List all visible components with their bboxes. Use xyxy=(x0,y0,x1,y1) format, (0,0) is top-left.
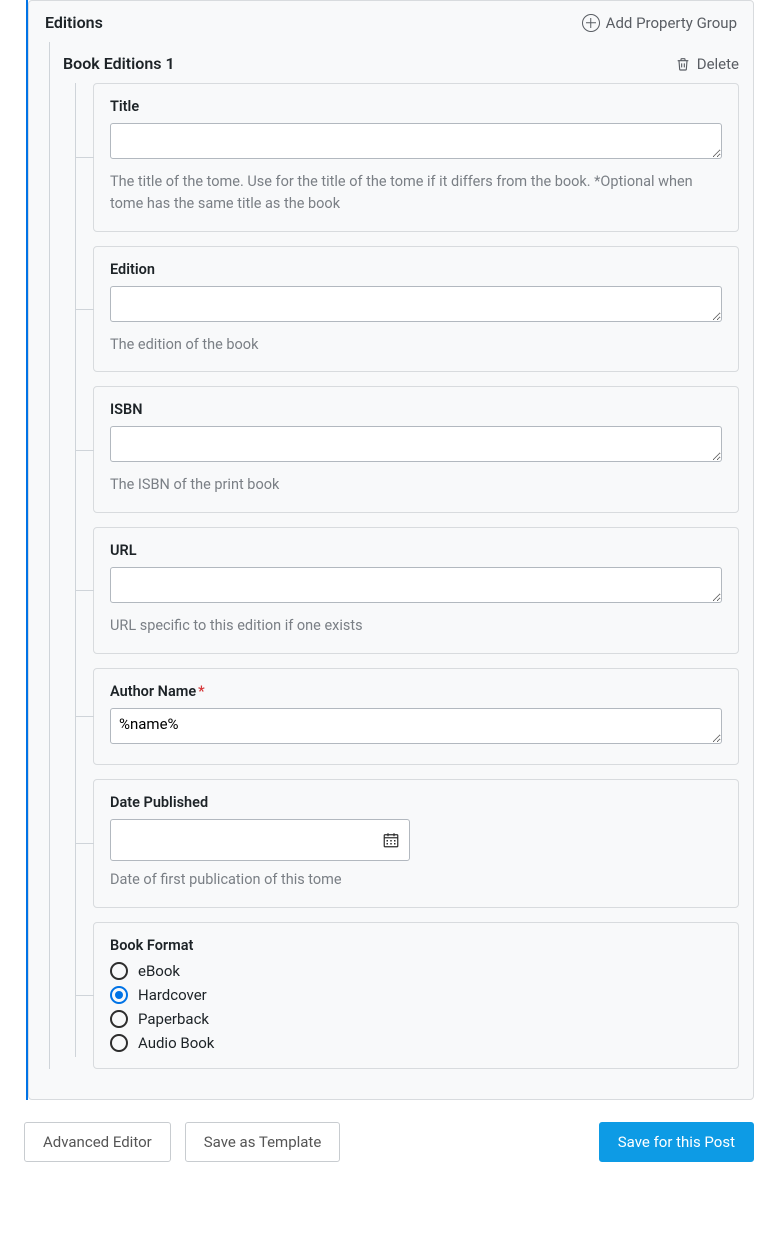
advanced-editor-button[interactable]: Advanced Editor xyxy=(24,1122,171,1162)
book-format-options: eBook Hardcover Paperback Audio Book xyxy=(110,962,722,1052)
book-format-option[interactable]: eBook xyxy=(110,962,722,980)
isbn-input[interactable] xyxy=(110,426,722,462)
field-url: URL URL specific to this edition if one … xyxy=(93,527,739,654)
edition-label: Edition xyxy=(110,261,722,278)
author-name-label: Author Name* xyxy=(110,683,722,700)
isbn-label: ISBN xyxy=(110,401,722,418)
date-published-label: Date Published xyxy=(110,794,722,811)
edition-input[interactable] xyxy=(110,286,722,322)
date-published-help: Date of first publication of this tome xyxy=(110,869,722,891)
field-author-name: Author Name* xyxy=(93,668,739,765)
footer-bar: Advanced Editor Save as Template Save fo… xyxy=(24,1122,754,1162)
field-isbn: ISBN The ISBN of the print book xyxy=(93,386,739,513)
field-date-published: Date Published xyxy=(93,779,739,908)
field-edition: Edition The edition of the book xyxy=(93,246,739,373)
book-format-option-label: eBook xyxy=(138,962,180,980)
book-format-option-label: Hardcover xyxy=(138,986,207,1004)
url-label: URL xyxy=(110,542,722,559)
panel-title: Editions xyxy=(45,13,103,32)
book-format-option[interactable]: Paperback xyxy=(110,1010,722,1028)
radio-icon xyxy=(110,986,128,1004)
field-title: Title The title of the tome. Use for the… xyxy=(93,83,739,232)
radio-icon xyxy=(110,1034,128,1052)
book-format-option-label: Paperback xyxy=(138,1010,209,1028)
radio-icon xyxy=(110,962,128,980)
title-input[interactable] xyxy=(110,123,722,159)
trash-icon xyxy=(675,55,691,73)
plus-circle-icon xyxy=(582,14,600,32)
save-as-template-button[interactable]: Save as Template xyxy=(185,1122,341,1162)
delete-group-label: Delete xyxy=(697,55,739,73)
book-format-option[interactable]: Hardcover xyxy=(110,986,722,1004)
title-label: Title xyxy=(110,98,722,115)
add-property-group-label: Add Property Group xyxy=(606,14,737,32)
title-help: The title of the tome. Use for the title… xyxy=(110,171,722,215)
date-published-input[interactable] xyxy=(110,819,410,861)
editions-panel: Editions Add Property Group Book Edition… xyxy=(28,0,754,1100)
radio-icon xyxy=(110,1010,128,1028)
group-title: Book Editions 1 xyxy=(63,54,175,73)
required-marker: * xyxy=(198,683,205,700)
delete-group-button[interactable]: Delete xyxy=(675,55,739,73)
edition-help: The edition of the book xyxy=(110,334,722,356)
book-format-option-label: Audio Book xyxy=(138,1034,214,1052)
url-input[interactable] xyxy=(110,567,722,603)
url-help: URL specific to this edition if one exis… xyxy=(110,615,722,637)
book-format-label: Book Format xyxy=(110,937,722,954)
isbn-help: The ISBN of the print book xyxy=(110,474,722,496)
save-for-this-post-button[interactable]: Save for this Post xyxy=(599,1122,754,1162)
add-property-group-button[interactable]: Add Property Group xyxy=(582,14,737,32)
field-book-format: Book Format eBook Hardcover Paperback Audio… xyxy=(93,922,739,1069)
book-format-option[interactable]: Audio Book xyxy=(110,1034,722,1052)
author-name-input[interactable] xyxy=(110,708,722,744)
